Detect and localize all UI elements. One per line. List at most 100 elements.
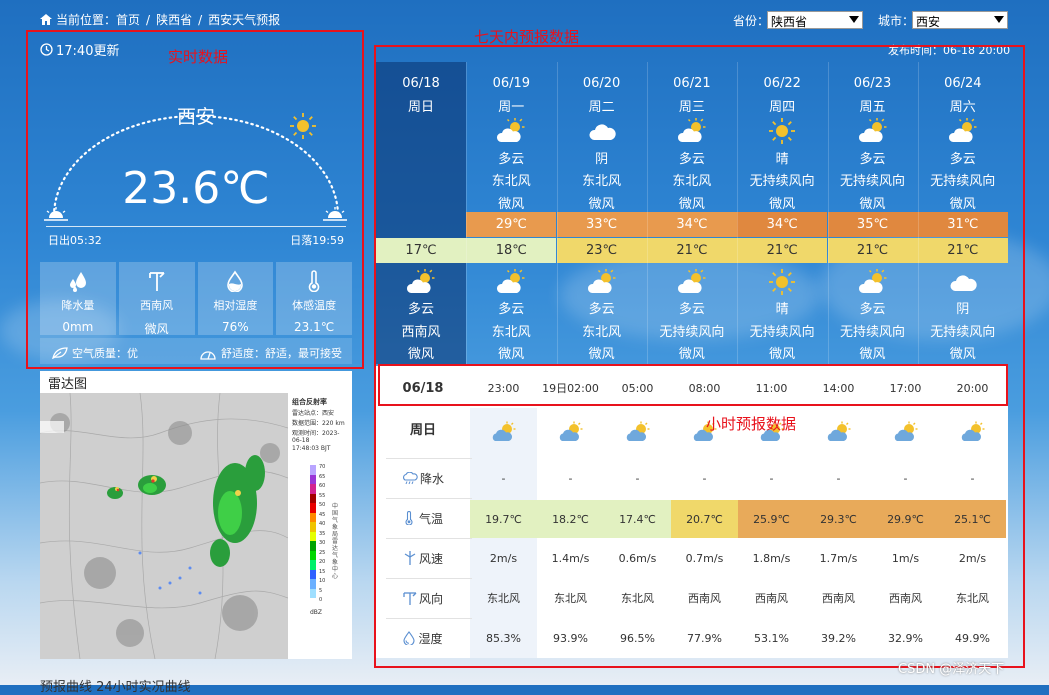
partly-cloudy-icon <box>827 421 850 441</box>
legend-org: 中国气象局雷达气象中心 <box>332 503 339 580</box>
legend-value: 70 <box>319 464 326 470</box>
humidity-drop-icon <box>227 270 244 292</box>
hour-temp-value: 19.7℃ <box>470 500 537 538</box>
sun-icon <box>769 118 796 144</box>
sunset-time: 日落19:59 <box>290 234 344 247</box>
city-select-value: 西安 <box>916 15 941 29</box>
day-weather: 多云 <box>949 152 976 167</box>
night-weather: 晴 <box>775 302 789 317</box>
hourly-label-humidity: 湿度 <box>376 618 470 658</box>
night-wind-level: 微风 <box>407 347 434 362</box>
night-wind-direction: 东北风 <box>582 325 622 340</box>
day-column: 06/18 周日 17℃ 多云 西南风 微风 <box>376 62 466 364</box>
cloud-icon <box>589 124 616 140</box>
legend-value: 25 <box>319 549 326 556</box>
legend-value: 35 <box>319 530 326 537</box>
night-wind-direction: 东北风 <box>491 325 531 340</box>
current-temperature: 23.6℃ <box>122 163 270 214</box>
partly-cloudy-icon <box>587 269 616 293</box>
hour-temp-value: 29.3℃ <box>805 500 872 538</box>
home-icon <box>40 14 52 25</box>
leaf-icon <box>52 347 68 359</box>
partly-cloudy-icon <box>677 118 706 142</box>
breadcrumb-current: 西安天气预报 <box>208 13 281 27</box>
hourly-weekday: 周日 <box>409 422 436 438</box>
day-weather: 多云 <box>498 152 525 167</box>
night-weather: 多云 <box>859 302 886 317</box>
city-name: 西安 <box>176 106 215 128</box>
legend-value: 50 <box>319 502 326 508</box>
partly-cloudy-icon <box>961 421 984 441</box>
hourly-label-wind_dir: 风向 <box>376 578 470 618</box>
legend-swatch <box>310 560 316 570</box>
hour-weather-icon-cell <box>604 408 671 456</box>
wind-vane-icon <box>148 272 165 291</box>
card-value: 0mm <box>62 320 94 334</box>
breadcrumb-home[interactable]: 首页 <box>116 11 140 28</box>
radar-legend: 组合反射率 雷达站点：西安 数据范围：220 km 观测时间：2023-06-1… <box>288 393 352 659</box>
card-label: 降水量 <box>61 299 95 312</box>
night-weather: 多云 <box>588 302 615 317</box>
day-date: 06/21 <box>673 76 711 91</box>
hour-humidity-value: 77.9% <box>687 631 722 645</box>
day-weather: 多云 <box>859 152 886 167</box>
rain-cloud-icon <box>403 471 418 484</box>
hour-wind-speed-value: 1.4m/s <box>551 551 590 565</box>
day-low-temp: 18℃ <box>466 238 557 263</box>
hour-humidity-value: 32.9% <box>888 631 923 645</box>
thermometer-icon <box>405 511 413 525</box>
card-label: 体感温度 <box>292 299 337 312</box>
day-column: 06/21 周三 多云 东北风 微风 34℃ 21℃ 多云 无持续风向 微风 <box>646 62 737 364</box>
hour-wind-speed-value: 0.6m/s <box>618 551 657 565</box>
legend-swatch <box>310 541 316 551</box>
hour-wind-speed-value: 2m/s <box>958 551 987 565</box>
row-divider <box>386 538 472 539</box>
hour-wind-dir-value: 东北风 <box>621 592 654 605</box>
row-divider <box>386 618 472 619</box>
day-weekday: 周五 <box>859 100 886 115</box>
day-weekday: 周三 <box>678 100 705 115</box>
hour-wind-dir-value: 东北风 <box>554 592 587 605</box>
hour-time: 20:00 <box>956 381 989 395</box>
legend-value: 30 <box>319 540 326 546</box>
row-divider <box>386 498 472 499</box>
legend-values: 70 65 60 55 50 45 40 35 30 25 20 15 10 5 0 <box>319 463 325 606</box>
hour-weather-icon-cell <box>537 408 604 456</box>
hour-time: 11:00 <box>755 381 788 395</box>
annotation-daily: 七天内预报数据 <box>474 28 580 46</box>
partly-cloudy-icon <box>858 118 886 142</box>
breadcrumb-separator: / <box>198 12 203 27</box>
day-wind-direction: 东北风 <box>672 174 712 189</box>
hour-precip-value: - <box>769 471 774 485</box>
radar-panel: 雷达图 组合反射率 雷达站点：西安 数据范围：220 km 观测时间：2023-… <box>40 371 352 659</box>
hour-precip-value: - <box>970 471 975 485</box>
legend-value: 0 <box>319 597 323 603</box>
day-date: 06/19 <box>492 76 531 91</box>
province-select[interactable]: 陕西省 <box>767 11 863 29</box>
night-wind-level: 微风 <box>949 347 976 362</box>
hourly-row-humidity: 湿度 85.3% 93.9% 96.5% 77.9% 53.1% 39.2% 32.9% 49.… <box>376 618 1008 658</box>
hour-temp-value: 18.2℃ <box>537 500 604 538</box>
province-label: 省份： <box>733 14 770 28</box>
hour-wind-dir-value: 西南风 <box>755 592 788 605</box>
city-select[interactable]: 西安 <box>912 11 1008 29</box>
night-wind-direction: 无持续风向 <box>839 325 905 340</box>
air-quality: 空气质量：优 <box>72 347 138 360</box>
column-separator <box>466 62 468 364</box>
day-wind-level: 微风 <box>588 197 615 212</box>
day-weekday: 周二 <box>588 100 615 115</box>
hour-wind-speed-value: 1.8m/s <box>752 551 791 565</box>
raindrops-icon <box>69 272 86 292</box>
hour-time: 08:00 <box>688 381 721 395</box>
night-weather: 多云 <box>498 302 525 317</box>
label-text: 降水 <box>419 471 444 486</box>
legend-line: 雷达站点：西安 <box>292 410 335 417</box>
breadcrumb-province[interactable]: 陕西省 <box>156 11 192 28</box>
legend-line: 数据范围：220 km <box>292 420 345 427</box>
day-high-temp: 34℃ <box>737 212 828 237</box>
legend-swatch <box>310 522 316 532</box>
breadcrumb-prefix: 当前位置： <box>56 13 117 27</box>
legend-swatch <box>310 503 316 513</box>
hourly-row-icons: 周日 <box>376 408 1008 456</box>
horizon-line <box>46 226 346 227</box>
